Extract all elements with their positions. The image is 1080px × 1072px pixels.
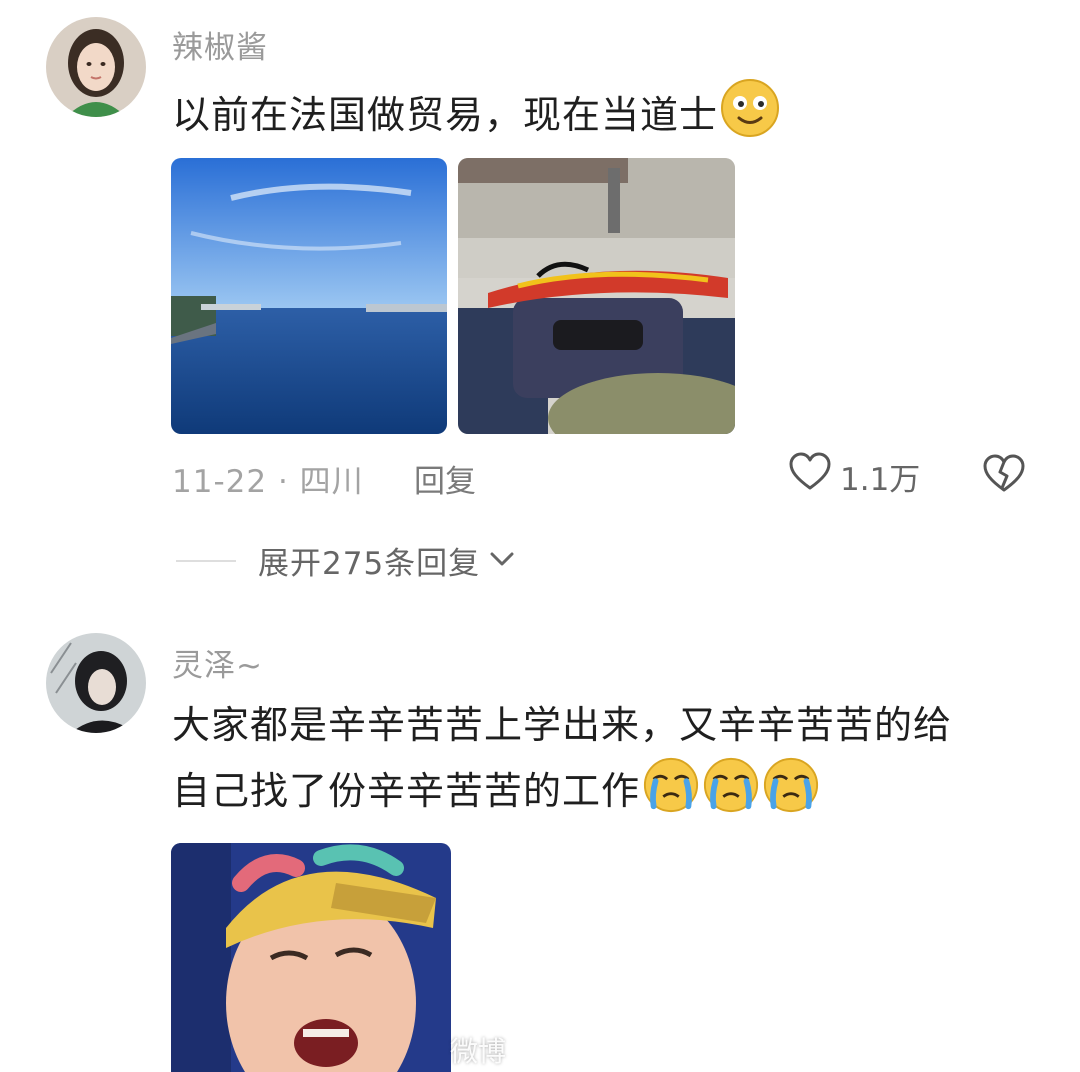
crying-emoji-icon (642, 756, 700, 832)
username[interactable]: 灵泽~ (172, 640, 263, 685)
comment-meta: 11-22 · 四川 (172, 456, 364, 501)
comment-text: 以前在法国做贸易，现在当道士 (172, 78, 780, 156)
avatar[interactable] (46, 633, 146, 733)
crying-emoji-icon (702, 756, 760, 832)
smile-emoji-icon (720, 78, 780, 156)
comment-line-2: 自己找了份辛辛苦苦的工作 (172, 756, 952, 832)
photo-sea[interactable] (171, 158, 447, 434)
expand-divider (176, 559, 236, 562)
comment-line-1: 大家都是辛辛苦苦上学出来，又辛辛苦苦的给 (172, 703, 953, 747)
meta-separator: · (277, 464, 300, 500)
like-button[interactable]: 1.1万 (788, 452, 920, 500)
expand-replies[interactable]: 展开275条回复 (176, 538, 516, 583)
avatar[interactable] (46, 17, 146, 117)
dislike-button[interactable] (982, 454, 1026, 498)
comment-text: 大家都是辛辛苦苦上学出来，又辛辛苦苦的给 自己找了份辛辛苦苦的工作 (172, 694, 952, 832)
comment-line-2-text: 自己找了份辛辛苦苦的工作 (172, 769, 641, 813)
comment-location: 四川 (299, 464, 364, 500)
comment-body: 以前在法国做贸易，现在当道士 (172, 93, 719, 137)
photo-luggage[interactable] (458, 158, 735, 434)
weibo-watermark: 微博 (450, 1035, 507, 1068)
chevron-down-icon (488, 549, 516, 573)
expand-replies-label: 展开275条回复 (258, 546, 481, 582)
comment-date: 11-22 (172, 464, 268, 500)
crying-emoji-icon (762, 756, 820, 832)
photo-crying-man[interactable] (171, 843, 451, 1072)
like-count: 1.1万 (840, 461, 921, 498)
reply-button[interactable]: 回复 (414, 456, 476, 501)
broken-heart-icon (982, 454, 1026, 498)
comment-feed: 辣椒酱 以前在法国做贸易，现在当道士 11-22 · 四川 回复 1.1万 展开… (0, 0, 1080, 1072)
username[interactable]: 辣椒酱 (172, 22, 268, 67)
heart-icon (788, 452, 832, 500)
